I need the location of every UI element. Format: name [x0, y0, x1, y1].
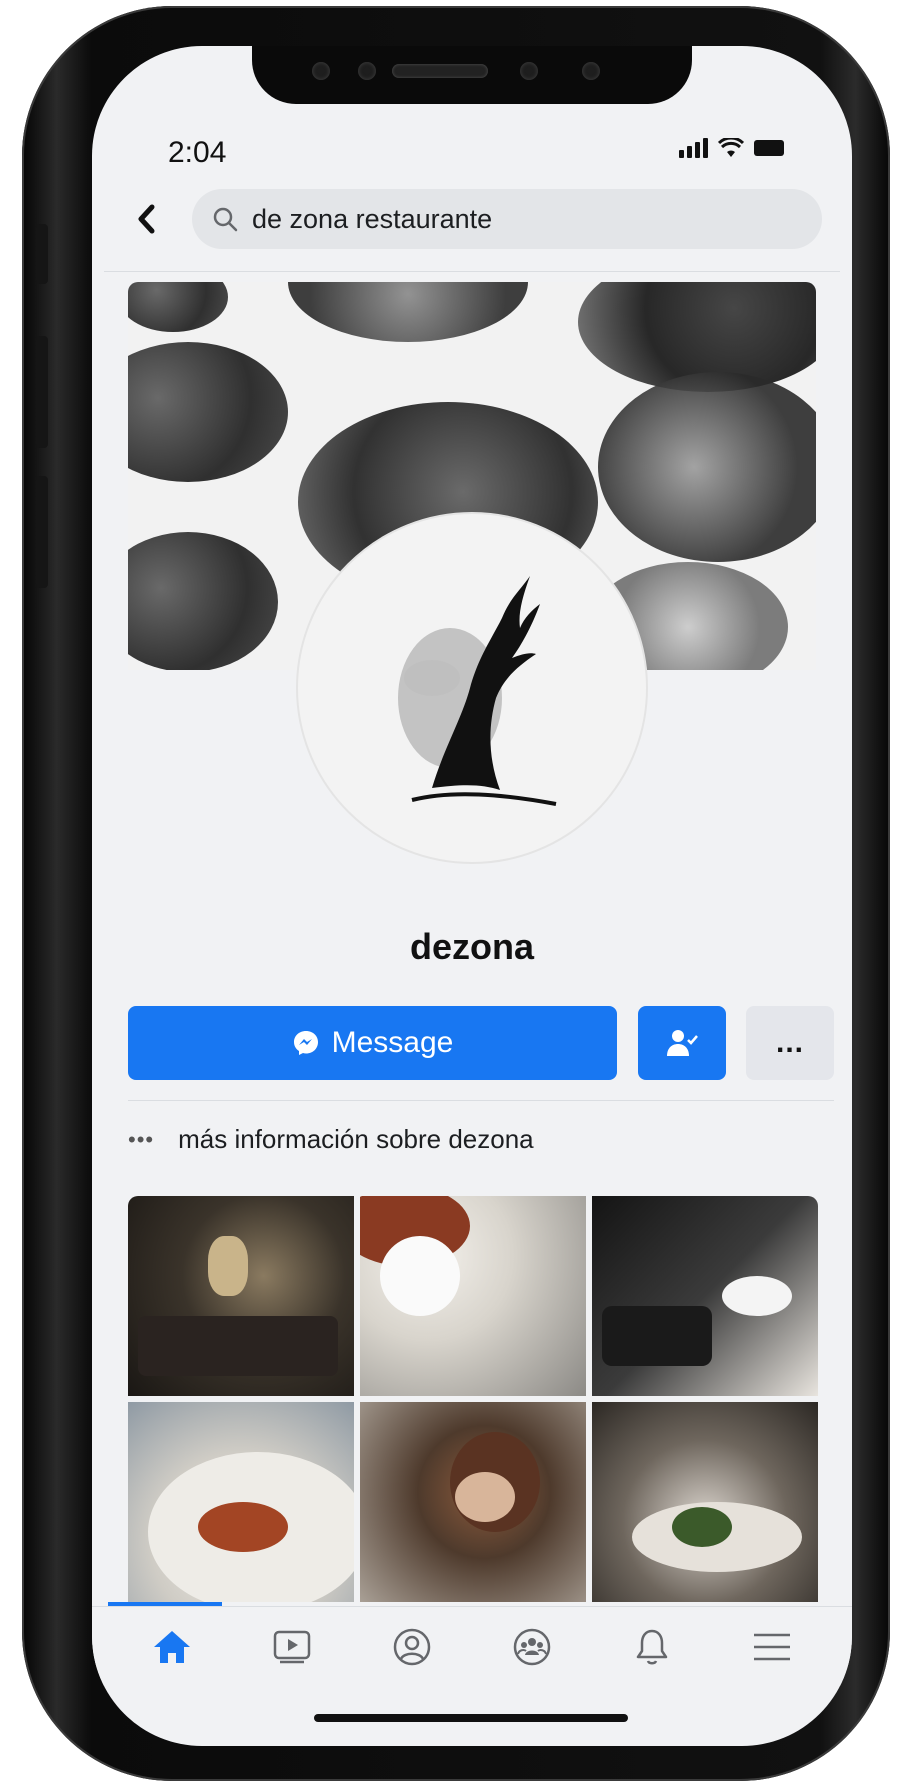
profile-avatar[interactable]: [296, 512, 648, 864]
more-options-button[interactable]: ...: [746, 1006, 834, 1080]
dezona-logo: [398, 576, 557, 806]
speaker-grille: [392, 64, 488, 78]
wifi-icon: [718, 138, 744, 157]
volume-up-button: [36, 336, 48, 448]
phone-frame: 2:04 de zona restaurante dezona Message …: [22, 6, 890, 1781]
message-button-label: Message: [331, 1026, 454, 1059]
tab-menu[interactable]: [742, 1617, 802, 1677]
home-icon: [154, 1630, 190, 1663]
chevron-left-icon: [138, 204, 155, 234]
menu-icon: [754, 1633, 790, 1660]
photo-thumbnail[interactable]: [592, 1196, 818, 1396]
profile-icon: [393, 1628, 431, 1665]
tab-watch[interactable]: [262, 1617, 322, 1677]
notch: [252, 46, 692, 104]
bell-icon: [636, 1629, 668, 1664]
camera-dot: [520, 62, 538, 80]
status-icons: [679, 138, 784, 158]
photo-thumbnail[interactable]: [360, 1402, 586, 1602]
watch-icon: [273, 1630, 311, 1663]
tab-groups[interactable]: [502, 1617, 562, 1677]
sensor-dot: [312, 62, 330, 80]
groups-icon: [513, 1628, 551, 1665]
search-icon: [213, 207, 238, 232]
more-info-label: más información sobre dezona: [178, 1124, 534, 1154]
more-dots-icon: •••: [128, 1126, 155, 1152]
divider: [128, 1100, 834, 1101]
back-button[interactable]: [122, 195, 170, 243]
tab-profile[interactable]: [382, 1617, 442, 1677]
page-name: dezona: [409, 926, 534, 967]
search-row: de zona restaurante: [122, 188, 822, 250]
battery-icon: [754, 140, 784, 156]
photo-thumbnail[interactable]: [128, 1196, 354, 1396]
photo-thumbnail[interactable]: [128, 1402, 354, 1602]
message-button[interactable]: Message: [128, 1006, 617, 1080]
photo-thumbnail[interactable]: [592, 1402, 818, 1602]
mute-switch: [36, 224, 48, 284]
tab-notifications[interactable]: [622, 1617, 682, 1677]
home-indicator[interactable]: [314, 1714, 628, 1722]
user-check-icon: [667, 1030, 698, 1056]
photo-grid: [128, 1196, 818, 1604]
sensor-dot: [582, 62, 600, 80]
tab-home[interactable]: [142, 1617, 202, 1677]
search-input[interactable]: de zona restaurante: [192, 189, 822, 249]
divider: [104, 271, 840, 272]
follow-button[interactable]: [638, 1006, 726, 1080]
signal-icon: [679, 138, 708, 158]
status-time: 2:04: [168, 136, 227, 169]
volume-down-button: [36, 476, 48, 588]
photo-thumbnail[interactable]: [360, 1196, 586, 1396]
screen: 2:04 de zona restaurante dezona Message …: [92, 46, 852, 1746]
more-info-link[interactable]: ••• más información sobre dezona: [128, 1124, 534, 1155]
search-query: de zona restaurante: [252, 203, 493, 234]
sensor-dot: [358, 62, 376, 80]
messenger-icon: [292, 1029, 320, 1057]
bottom-tab-bar: [92, 1606, 852, 1686]
